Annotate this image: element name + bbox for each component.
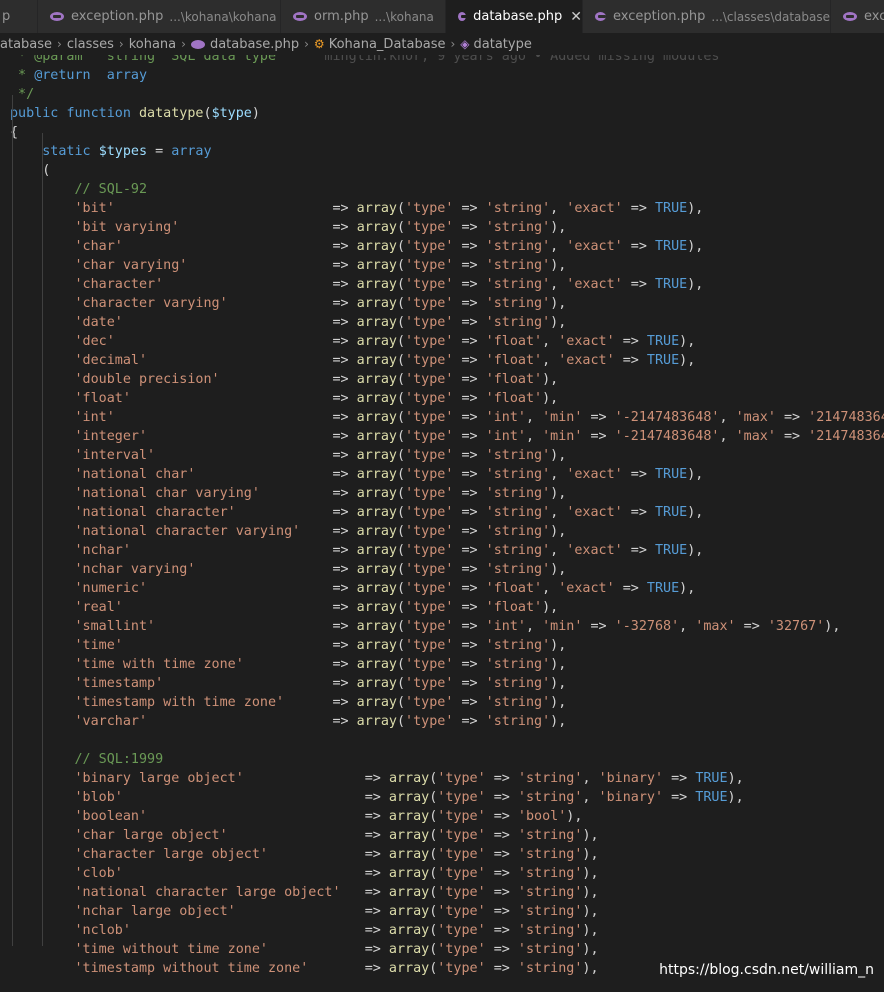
- close-icon[interactable]: ✕: [570, 9, 582, 25]
- tab-label: orm.php: [314, 9, 369, 24]
- sql92-entry: 'nchar varying' => array('type' => 'stri…: [74, 562, 567, 577]
- tab-3[interactable]: database.php ✕: [446, 0, 583, 33]
- tab-label: p: [2, 9, 11, 24]
- breadcrumb-item-class[interactable]: Kohana_Database: [329, 37, 446, 52]
- sql92-entry: 'time with time zone' => array('type' =>…: [74, 657, 567, 672]
- tab-label: exce: [864, 9, 884, 24]
- php-file-icon: [50, 12, 64, 21]
- sql1999-entry: 'char large object' => array('type' => '…: [74, 828, 599, 843]
- static-types-line: static $types = array: [42, 144, 212, 159]
- sql92-entry: 'nchar' => array('type' => 'string', 'ex…: [74, 543, 704, 558]
- watermark: https://blog.csdn.net/william_n: [659, 962, 874, 978]
- open-paren: (: [10, 163, 51, 178]
- tab-description: ...\kohana: [374, 9, 434, 24]
- sql92-entry: 'smallint' => array('type' => 'int', 'mi…: [74, 619, 841, 634]
- breadcrumb-item-classes[interactable]: classes: [67, 37, 114, 52]
- sql92-entry: 'interval' => array('type' => 'string'),: [74, 448, 567, 463]
- class-symbol-icon: ⚙: [313, 37, 325, 51]
- sql92-entry: 'bit' => array('type' => 'string', 'exac…: [74, 201, 704, 216]
- chevron-right-icon: ›: [57, 37, 62, 51]
- sql1999-entry: 'time without time zone' => array('type'…: [74, 942, 599, 957]
- sql92-entry: 'integer' => array('type' => 'int', 'min…: [74, 429, 884, 444]
- chevron-right-icon: ›: [304, 37, 309, 51]
- tab-description: ...\classes\database: [711, 9, 830, 24]
- tab-0[interactable]: p: [0, 0, 38, 33]
- php-file-icon: [293, 12, 307, 21]
- sql92-entry: 'decimal' => array('type' => 'float', 'e…: [74, 353, 696, 368]
- php-file-icon: [458, 12, 470, 21]
- tab-label: database.php: [473, 9, 563, 24]
- sql1999-entry: 'clob' => array('type' => 'string'),: [74, 866, 599, 881]
- breadcrumb-item-kohana[interactable]: kohana: [129, 37, 176, 52]
- sql92-entry: 'dec' => array('type' => 'float', 'exact…: [74, 334, 696, 349]
- sql1999-entry: 'national character large object' => arr…: [74, 885, 599, 900]
- tab-2[interactable]: orm.php ...\kohana: [281, 0, 446, 33]
- chevron-right-icon: ›: [450, 37, 456, 51]
- sql92-entry: 'national char varying' => array('type' …: [74, 486, 567, 501]
- php-file-icon: [595, 12, 606, 21]
- breadcrumb-item-file[interactable]: database.php: [210, 37, 299, 52]
- sql92-entry: 'timestamp' => array('type' => 'string')…: [74, 676, 567, 691]
- comment-sql1999: // SQL:1999: [74, 752, 164, 767]
- sql92-entry: 'varchar' => array('type' => 'string'),: [74, 714, 567, 729]
- sql92-entry: 'timestamp with time zone' => array('typ…: [74, 695, 567, 710]
- sql1999-entry: 'blob' => array('type' => 'string', 'bin…: [74, 790, 744, 805]
- sql92-entry: 'int' => array('type' => 'int', 'min' =>…: [74, 410, 884, 425]
- sql92-entry: 'char' => array('type' => 'string', 'exa…: [74, 239, 704, 254]
- function-signature: public function datatype($type): [10, 106, 260, 121]
- breadcrumb-item-method[interactable]: datatype: [474, 37, 532, 52]
- comment-sql92: // SQL-92: [74, 182, 148, 197]
- php-file-icon: [843, 12, 857, 21]
- chevron-right-icon: ›: [118, 37, 124, 51]
- doc-end-line: */: [10, 87, 35, 102]
- indent-guide: [42, 133, 43, 946]
- sql92-entry: 'char varying' => array('type' => 'strin…: [74, 258, 567, 273]
- tab-1[interactable]: exception.php ...\kohana\kohana: [38, 0, 281, 33]
- sql1999-entry: 'binary large object' => array('type' =>…: [74, 771, 744, 786]
- sql92-entry: 'double precision' => array('type' => 'f…: [74, 372, 559, 387]
- sql92-entry: 'numeric' => array('type' => 'float', 'e…: [74, 581, 696, 596]
- sql92-entry: 'national character varying' => array('t…: [74, 524, 567, 539]
- tab-5[interactable]: exce: [831, 0, 884, 33]
- method-symbol-icon: ◈: [460, 37, 470, 51]
- tab-label: exception.php: [612, 9, 706, 24]
- sql92-entry: 'character' => array('type' => 'string',…: [74, 277, 704, 292]
- php-file-icon: [190, 39, 205, 49]
- sql92-entry: 'time' => array('type' => 'string'),: [74, 638, 567, 653]
- doc-return-line: * @return array: [10, 68, 148, 83]
- breadcrumb: atabase › classes › kohana › database.ph…: [0, 33, 884, 55]
- sql1999-entry: 'character large object' => array('type'…: [74, 847, 599, 862]
- sql92-entry: 'national char' => array('type' => 'stri…: [74, 467, 704, 482]
- tab-description: ...\kohana\kohana: [169, 9, 277, 24]
- breadcrumb-item-database[interactable]: atabase: [0, 37, 52, 52]
- sql92-entry: 'bit varying' => array('type' => 'string…: [74, 220, 567, 235]
- sql92-entry: 'date' => array('type' => 'string'),: [74, 315, 567, 330]
- tab-label: exception.php: [71, 9, 164, 24]
- chevron-right-icon: ›: [181, 37, 186, 51]
- indent-guide: [12, 95, 13, 946]
- code-editor[interactable]: * @param string SQL data type minglin.kh…: [0, 46, 884, 992]
- sql1999-entry: 'timestamp without time zone' => array('…: [74, 961, 599, 976]
- tab-4[interactable]: exception.php ...\classes\database: [583, 0, 831, 33]
- sql1999-entry: 'nchar large object' => array('type' => …: [74, 904, 599, 919]
- sql1999-entry: 'boolean' => array('type' => 'bool'),: [74, 809, 583, 824]
- sql92-entry: 'character varying' => array('type' => '…: [74, 296, 567, 311]
- tab-bar: p exception.php ...\kohana\kohana orm.php..…: [0, 0, 884, 33]
- sql92-entry: 'float' => array('type' => 'float'),: [74, 391, 559, 406]
- sql92-entry: 'real' => array('type' => 'float'),: [74, 600, 559, 615]
- sql1999-entry: 'nclob' => array('type' => 'string'),: [74, 923, 599, 938]
- sql92-entry: 'national character' => array('type' => …: [74, 505, 704, 520]
